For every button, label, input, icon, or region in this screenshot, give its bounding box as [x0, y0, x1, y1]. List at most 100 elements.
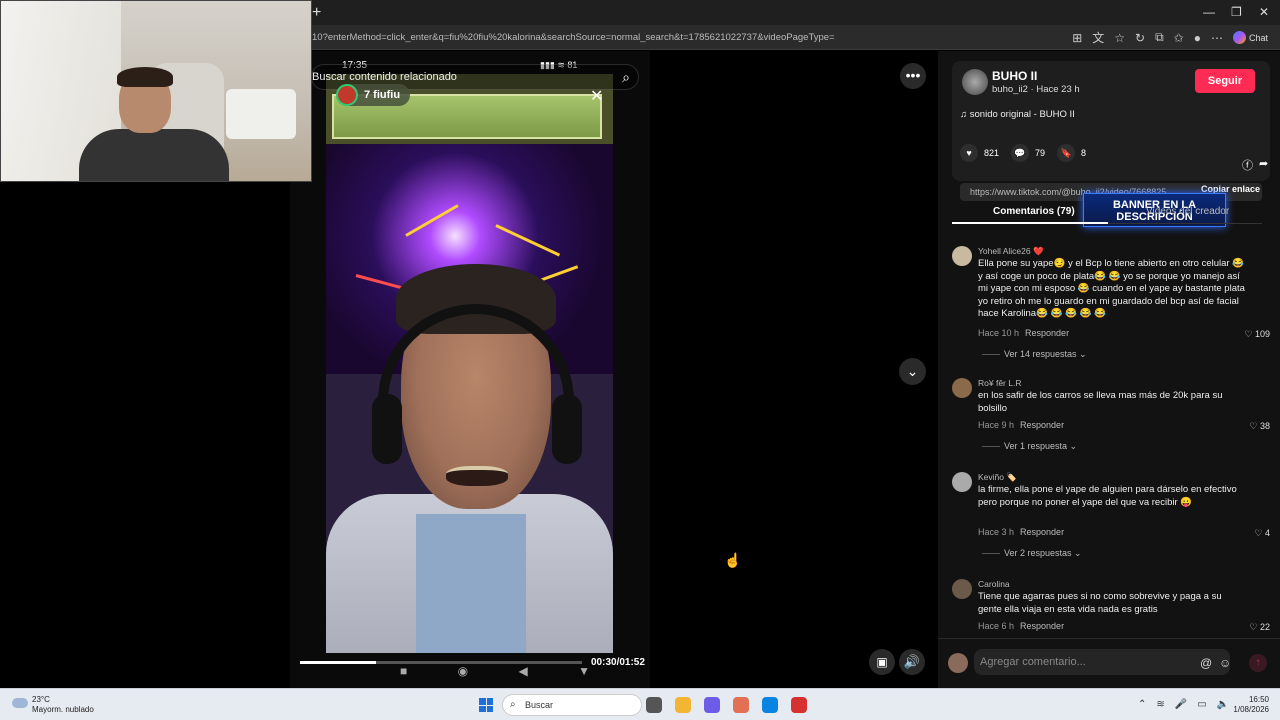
- comment-username[interactable]: Ro¥ fêr L.R: [978, 378, 1021, 388]
- pip-button[interactable]: ▣: [869, 649, 895, 675]
- chat-button[interactable]: Chat: [1232, 31, 1268, 44]
- reply-button[interactable]: Responder: [1025, 328, 1069, 338]
- square-icon: ■: [400, 664, 408, 678]
- back-triangle-icon: ◀: [518, 664, 528, 678]
- refresh-icon[interactable]: ↻: [1135, 31, 1145, 45]
- close-icon[interactable]: ✕: [590, 86, 603, 106]
- author-name[interactable]: BUHO II: [992, 69, 1037, 83]
- wifi-icon[interactable]: ≋: [1156, 699, 1164, 710]
- taskbar-search[interactable]: ⌕ Buscar: [502, 694, 642, 716]
- comment-text: Ella pone su yape😏 y el Bcp lo tiene abi…: [978, 258, 1245, 319]
- live-avatar[interactable]: [336, 84, 358, 106]
- volume-button[interactable]: 🔊: [899, 649, 925, 675]
- share-arrow-icon[interactable]: ➦: [1259, 157, 1268, 173]
- tab-comments[interactable]: Comentarios (79): [993, 206, 1075, 217]
- view-replies-button[interactable]: Ver 2 respuestas ⌄: [982, 548, 1082, 559]
- view-replies-button[interactable]: Ver 14 respuestas ⌄: [982, 349, 1087, 360]
- webcam-sofa: [226, 89, 296, 139]
- address-bar-icons: ⊞ 文 ☆ ↻ ⧉ ✩ ● ⋯ Chat: [1072, 29, 1268, 46]
- comment-composer: Agregar comentario... @ ☺ ↑: [938, 638, 1280, 688]
- webcam-person-hair: [117, 67, 173, 87]
- sound-link[interactable]: ♫ sonido original - BUHO II: [960, 109, 1075, 120]
- comment-input[interactable]: Agregar comentario...: [974, 649, 1230, 675]
- comment-username[interactable]: Carolina: [978, 579, 1010, 589]
- comment-text: en los safir de los carros se lleva mas …: [978, 390, 1223, 414]
- minimize-icon[interactable]: —: [1203, 5, 1215, 19]
- comment-username[interactable]: Yohell Alice26 ❤️: [978, 246, 1044, 257]
- video-content[interactable]: [326, 74, 613, 653]
- favorites-icon[interactable]: ✩: [1174, 31, 1184, 45]
- taskbar-app-icon[interactable]: [762, 697, 778, 713]
- apps-icon[interactable]: ⊞: [1072, 31, 1082, 45]
- chat-label: Chat: [1248, 32, 1268, 43]
- video-progress-fill: [300, 661, 377, 664]
- weather-temp: 23°C: [32, 695, 50, 704]
- reply-button[interactable]: Responder: [1020, 527, 1064, 537]
- panel-tabs: Comentarios (79) Videos del creador: [952, 200, 1262, 224]
- clock[interactable]: 16:50 1/08/2026: [1233, 695, 1269, 715]
- menu-icon[interactable]: ⋯: [1211, 31, 1223, 45]
- comment-avatar[interactable]: [952, 246, 972, 266]
- comment-action[interactable]: 💬 79: [1011, 144, 1045, 162]
- webcam-person-body: [79, 129, 229, 181]
- search-related-label: Buscar contenido relacionado: [312, 71, 457, 83]
- like-action[interactable]: ♥ 821: [960, 144, 999, 162]
- next-video-button[interactable]: ⌄: [899, 358, 926, 385]
- close-window-icon[interactable]: ✕: [1259, 5, 1269, 19]
- new-tab-button[interactable]: +: [312, 4, 321, 22]
- follow-button[interactable]: Seguir: [1195, 69, 1255, 93]
- profile-icon[interactable]: ●: [1194, 31, 1201, 45]
- comment-text: la firme, ella pone el yape de alguien p…: [978, 484, 1237, 508]
- extensions-icon[interactable]: ⧉: [1155, 30, 1164, 45]
- bookmark-icon: 🔖: [1057, 144, 1076, 162]
- save-action[interactable]: 🔖 8: [1057, 144, 1086, 162]
- comment-avatar[interactable]: [952, 378, 972, 398]
- translate-icon[interactable]: 文: [1092, 29, 1104, 46]
- taskbar-search-label: Buscar: [525, 700, 554, 710]
- emoji-icon[interactable]: ☺: [1219, 656, 1231, 670]
- comment-like[interactable]: ♡ 22: [1249, 622, 1270, 633]
- display-icon[interactable]: ▭: [1197, 699, 1206, 710]
- video-shirt: [416, 514, 526, 653]
- more-options-button[interactable]: •••: [900, 63, 926, 89]
- url-text[interactable]: 10?enterMethod=click_enter&q=fiu%20fiu%2…: [312, 32, 835, 43]
- weather-widget[interactable]: 23°C Mayorm. nublado: [12, 695, 94, 715]
- down-triangle-icon: ▼: [578, 664, 590, 678]
- speaker-icon[interactable]: 🔈: [1217, 699, 1229, 710]
- start-button[interactable]: [479, 698, 493, 712]
- send-button[interactable]: ↑: [1249, 654, 1267, 672]
- view-replies-button[interactable]: Ver 1 respuesta ⌄: [982, 441, 1077, 452]
- facebook-icon[interactable]: ⓕ: [1242, 157, 1253, 173]
- reply-button[interactable]: Responder: [1020, 621, 1064, 631]
- taskbar-app-icon[interactable]: [733, 697, 749, 713]
- comment-avatar[interactable]: [952, 579, 972, 599]
- phone-nav-buttons: ■ ◉ ◀ ▼: [400, 664, 590, 678]
- taskbar-app-icon[interactable]: [791, 697, 807, 713]
- taskbar-app-icon[interactable]: [675, 697, 691, 713]
- comment-icon: 💬: [1011, 144, 1030, 162]
- taskbar-app-icon[interactable]: [704, 697, 720, 713]
- author-avatar[interactable]: [962, 69, 988, 95]
- maximize-icon[interactable]: ❐: [1231, 5, 1242, 19]
- weather-desc: Mayorm. nublado: [32, 705, 94, 714]
- like-count: 821: [984, 148, 1000, 158]
- comment-like[interactable]: ♡ 4: [1254, 528, 1270, 539]
- comment-like[interactable]: ♡ 38: [1249, 421, 1270, 432]
- mic-icon[interactable]: 🎤: [1175, 699, 1187, 710]
- comment-like[interactable]: ♡ 109: [1244, 329, 1270, 340]
- taskbar-apps: [646, 697, 807, 713]
- save-count: 8: [1081, 148, 1087, 158]
- comment-avatar[interactable]: [952, 472, 972, 492]
- favorite-icon[interactable]: ☆: [1114, 31, 1125, 45]
- tray-chevron-icon[interactable]: ⌃: [1138, 699, 1146, 710]
- comment-time: Hace 9 h: [978, 420, 1015, 430]
- taskbar-app-icon[interactable]: [646, 697, 662, 713]
- search-icon: ⌕: [510, 699, 516, 710]
- comment-username[interactable]: Keviño 🏷️: [978, 472, 1017, 483]
- mention-icon[interactable]: @: [1200, 656, 1212, 670]
- headset-ear-right: [552, 394, 582, 464]
- search-icon[interactable]: ⌕: [622, 69, 630, 86]
- tab-creator-videos[interactable]: Videos del creador: [1146, 206, 1229, 217]
- headset-ear-left: [372, 394, 402, 464]
- reply-button[interactable]: Responder: [1020, 420, 1064, 430]
